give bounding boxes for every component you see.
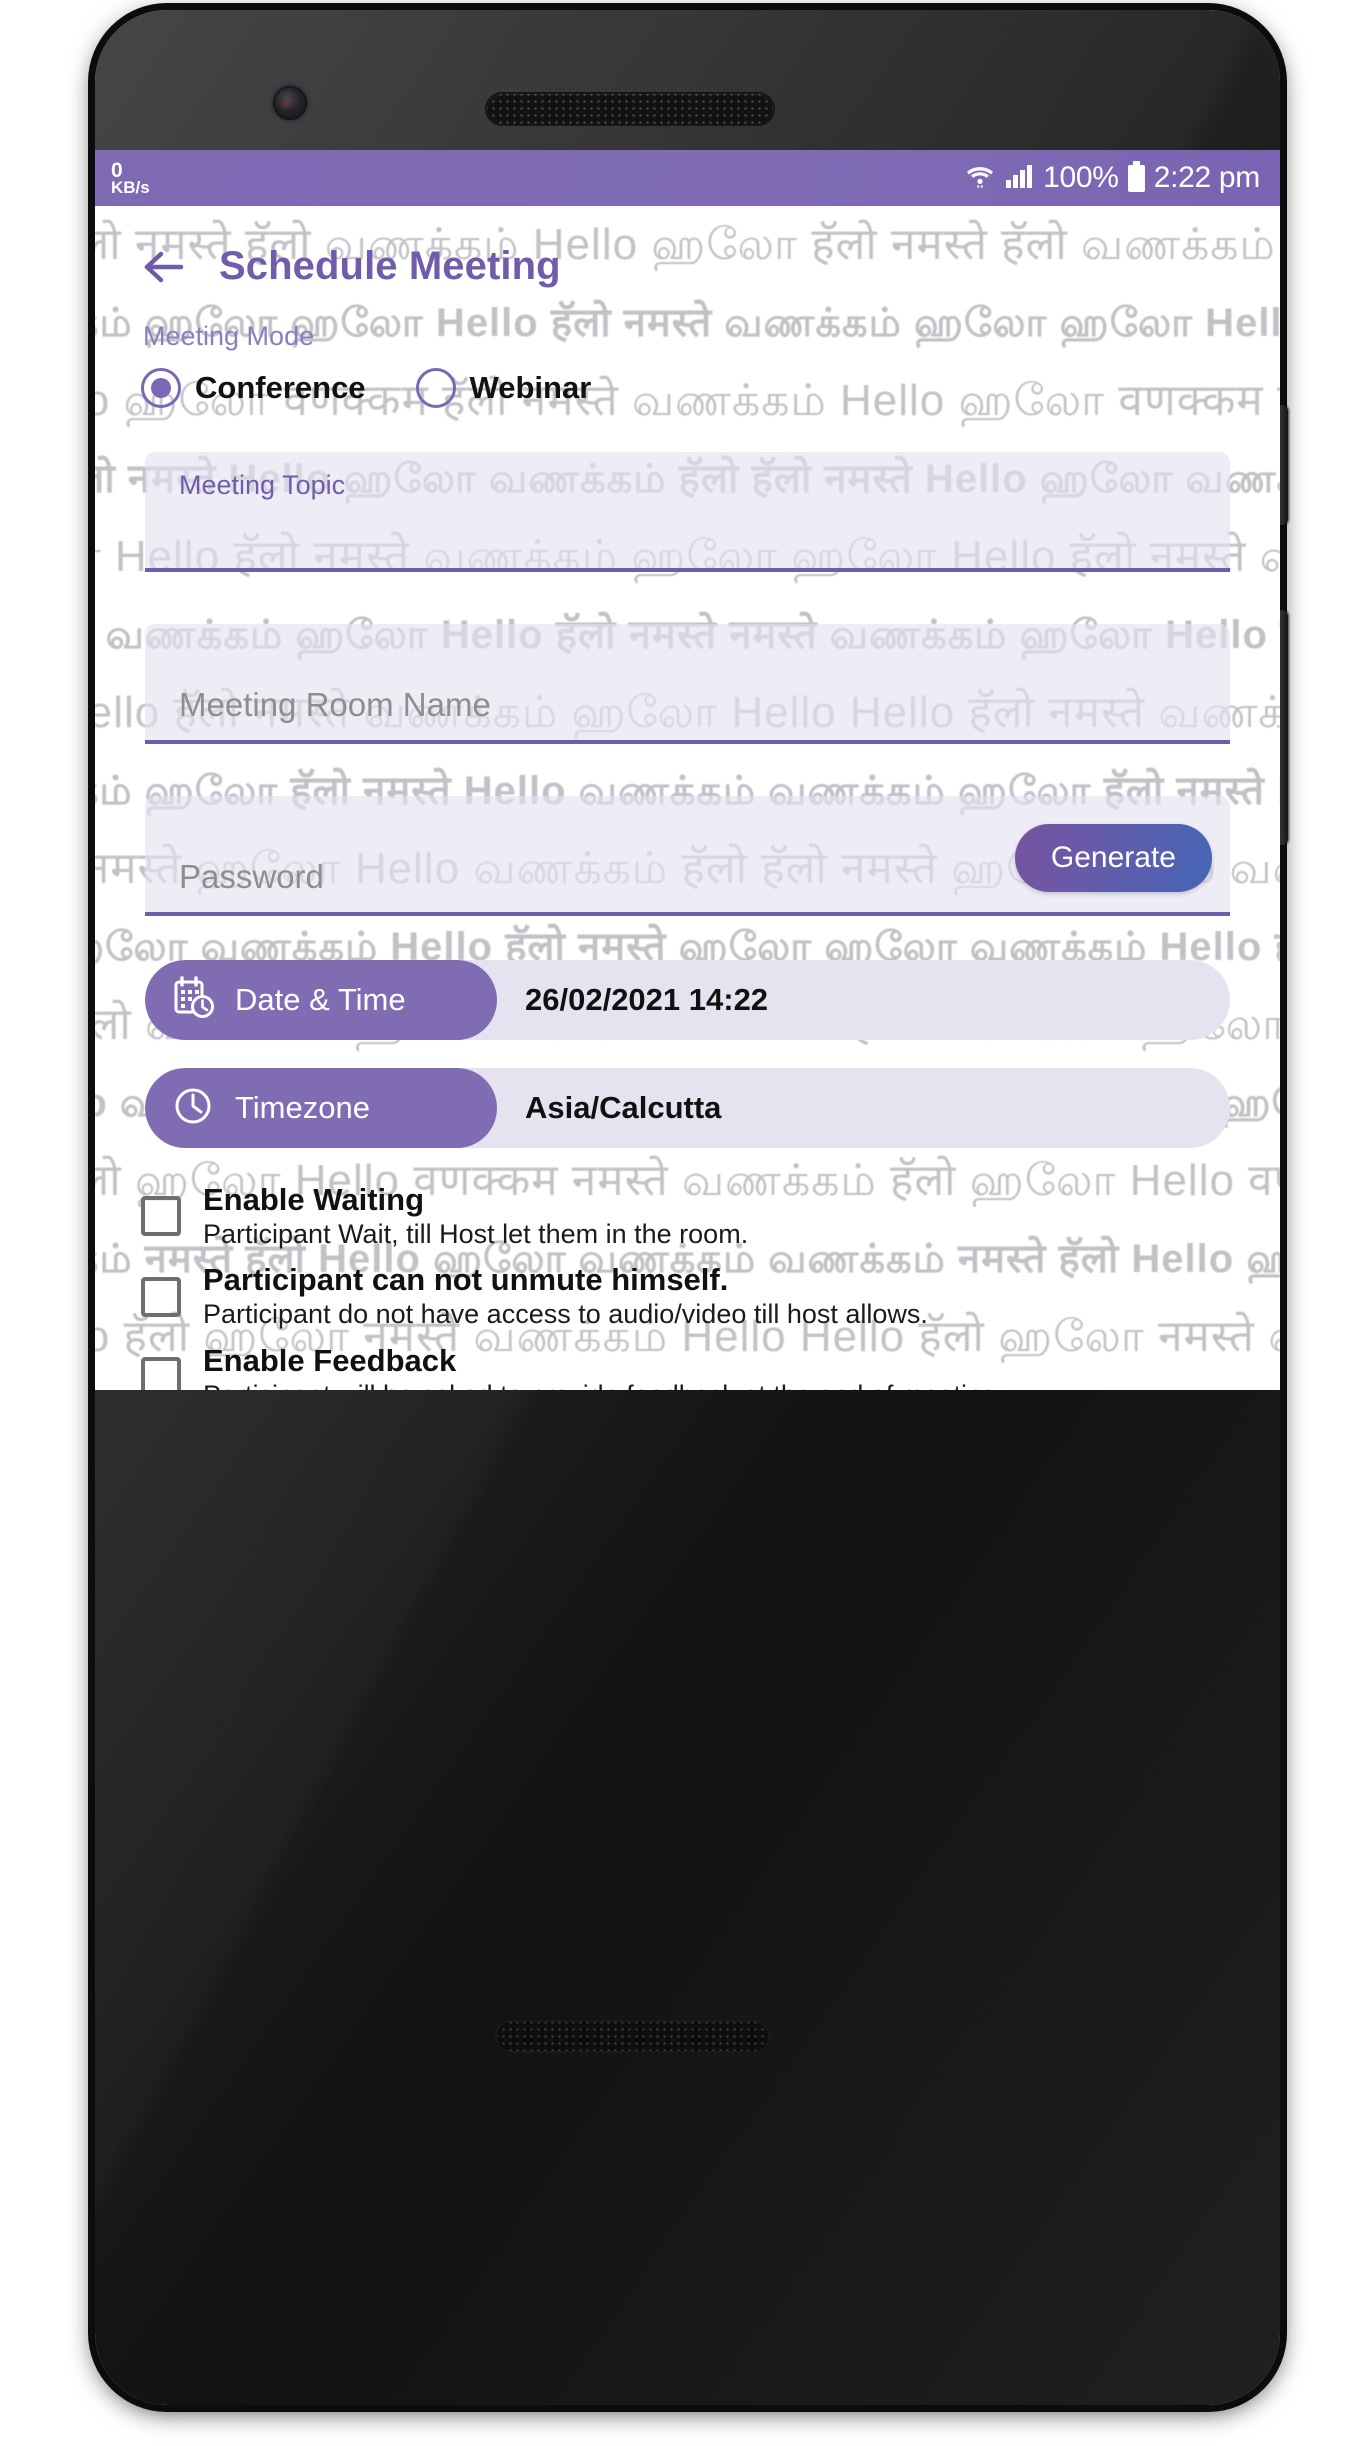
network-speed-indicator: 0 KB/s — [111, 159, 150, 196]
generate-password-button[interactable]: Generate — [1014, 824, 1212, 892]
checkbox-enable-feedback[interactable] — [141, 1356, 181, 1390]
radio-option-conference[interactable]: Conference — [141, 368, 366, 408]
status-icons-group: 100% 2:22 pm — [965, 160, 1261, 195]
option-title: Enable Feedback — [203, 1342, 457, 1378]
option-title: Enable Waiting — [203, 1182, 425, 1217]
bottom-speaker-grille — [495, 2020, 770, 2053]
phone-device-frame: 0 KB/s 100% 2:22 pm लो नमस्ते हॅलो வணக்க… — [95, 10, 1288, 2405]
meeting-topic-input[interactable]: Meeting Topic — [145, 452, 1230, 568]
meeting-room-name-underline — [145, 740, 1230, 744]
back-arrow-icon[interactable] — [141, 245, 189, 289]
battery-full-icon — [1127, 160, 1145, 192]
timezone-label: Timezone — [235, 1090, 370, 1125]
option-description: Participant Wait, till Host let them in … — [203, 1218, 749, 1249]
password-underline — [145, 912, 1230, 916]
phone-screen: 0 KB/s 100% 2:22 pm लो नमस्ते हॅलो வணக்க… — [95, 150, 1280, 1390]
calendar-clock-icon — [173, 975, 215, 1025]
option-title: Participant can not unmute himself. — [203, 1262, 729, 1298]
option-description: Participant will be asked to provide fee… — [203, 1380, 1004, 1390]
battery-percent-label: 100% — [1043, 161, 1119, 194]
option-description: Participant do not have access to audio/… — [203, 1299, 928, 1330]
timezone-button[interactable]: Timezone — [145, 1068, 497, 1148]
date-time-row[interactable]: Date & Time 26/02/2021 14:22 — [145, 960, 1230, 1040]
timezone-row[interactable]: Timezone Asia/Calcutta — [145, 1068, 1230, 1148]
radio-option-webinar[interactable]: Webinar — [415, 368, 592, 408]
status-bar: 0 KB/s 100% 2:22 pm — [95, 150, 1280, 206]
network-speed-unit: KB/s — [111, 178, 150, 198]
meeting-room-name-placeholder: Meeting Room Name — [179, 686, 491, 723]
page-title: Schedule Meeting — [219, 244, 561, 288]
screen-content: Schedule Meeting Meeting Mode Conference… — [95, 206, 1280, 1390]
clock-icon — [173, 1084, 215, 1133]
meeting-mode-label: Meeting Mode — [143, 321, 315, 351]
radio-webinar-indicator[interactable] — [415, 368, 456, 408]
list-item[interactable]: Enable Feedback Participant will be aske… — [141, 1343, 1234, 1390]
status-bar-clock: 2:22 pm — [1153, 161, 1261, 194]
list-item[interactable]: Participant can not unmute himself. Part… — [141, 1262, 1234, 1330]
meeting-mode-radio-group: Conference Webinar — [141, 368, 1280, 408]
checkbox-enable-waiting[interactable] — [141, 1196, 181, 1237]
meeting-options-list: Enable Waiting Participant Wait, till Ho… — [141, 1182, 1234, 1390]
cellular-signal-icon — [1004, 163, 1034, 194]
front-camera-icon — [273, 86, 307, 120]
meeting-room-name-input[interactable]: Meeting Room Name — [145, 624, 1230, 740]
list-item-text: Participant can not unmute himself. Part… — [203, 1262, 1234, 1330]
date-time-button[interactable]: Date & Time — [145, 960, 497, 1040]
earpiece-speaker — [485, 92, 775, 126]
timezone-value: Asia/Calcutta — [525, 1090, 722, 1125]
password-field-wrapper: Password Generate — [145, 796, 1230, 916]
meeting-topic-field-wrapper: Meeting Topic — [145, 452, 1230, 572]
list-item-text: Enable Waiting Participant Wait, till Ho… — [203, 1182, 1234, 1250]
radio-webinar-label: Webinar — [469, 370, 592, 405]
list-item[interactable]: Enable Waiting Participant Wait, till Ho… — [141, 1182, 1234, 1250]
wifi-icon — [965, 163, 995, 194]
list-item-text: Enable Feedback Participant will be aske… — [203, 1343, 1234, 1390]
radio-conference-label: Conference — [195, 370, 366, 405]
checkbox-participant-cannot-unmute[interactable] — [141, 1276, 181, 1317]
date-time-label: Date & Time — [235, 982, 406, 1017]
meeting-room-name-field-wrapper: Meeting Room Name — [145, 624, 1230, 744]
schedule-meeting-screen: हॅलो नमस्ते हॅलो வணக்கம் Hello ஹலோ हॅलो … — [95, 206, 1280, 1390]
date-time-value: 26/02/2021 14:22 — [525, 982, 769, 1017]
meeting-topic-underline — [145, 568, 1230, 572]
radio-conference-indicator[interactable] — [141, 368, 181, 408]
meeting-topic-floating-label: Meeting Topic — [179, 470, 346, 500]
app-bar: Schedule Meeting — [95, 206, 1280, 297]
meeting-topic-value — [145, 558, 1230, 568]
